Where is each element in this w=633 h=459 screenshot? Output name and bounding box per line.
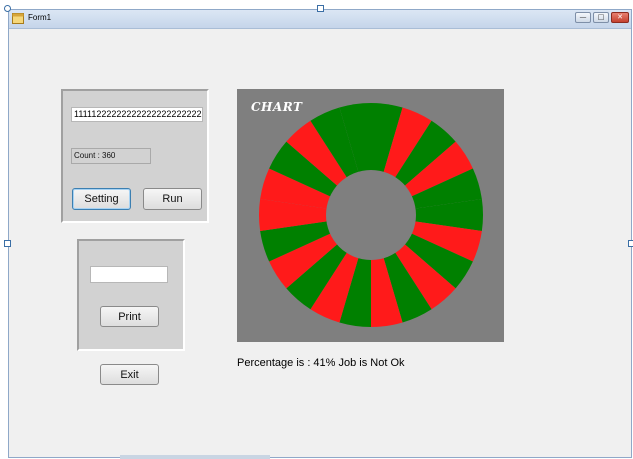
minimize-button[interactable]: —	[575, 12, 591, 23]
taskbar-strip	[120, 455, 270, 459]
exit-button[interactable]: Exit	[100, 364, 159, 385]
print-panel: Print	[77, 239, 185, 351]
print-text-input[interactable]	[90, 266, 168, 283]
maximize-button[interactable]: □	[593, 12, 609, 23]
chart-picturebox: CHART	[237, 89, 504, 342]
resize-handle-left[interactable]	[4, 240, 11, 247]
chart-center-hole	[326, 170, 416, 260]
form-icon	[12, 13, 24, 24]
result-label: Percentage is : 41% Job is Not Ok	[237, 357, 405, 369]
resize-handle-top-left[interactable]	[4, 5, 11, 12]
window-title: Form1	[28, 13, 52, 22]
resize-handle-top[interactable]	[317, 5, 324, 12]
donut-chart	[259, 103, 483, 327]
setting-button[interactable]: Setting	[72, 188, 131, 210]
print-button[interactable]: Print	[100, 306, 159, 327]
sequence-input[interactable]: 11111222222222222222222222222	[71, 107, 203, 122]
input-panel: 11111222222222222222222222222 Count : 36…	[61, 89, 209, 223]
run-button[interactable]: Run	[143, 188, 202, 210]
count-label: Count : 360	[71, 148, 151, 164]
title-bar[interactable]: Form1 — □ ✕	[9, 10, 631, 29]
resize-handle-right[interactable]	[628, 240, 633, 247]
close-button[interactable]: ✕	[611, 12, 629, 23]
